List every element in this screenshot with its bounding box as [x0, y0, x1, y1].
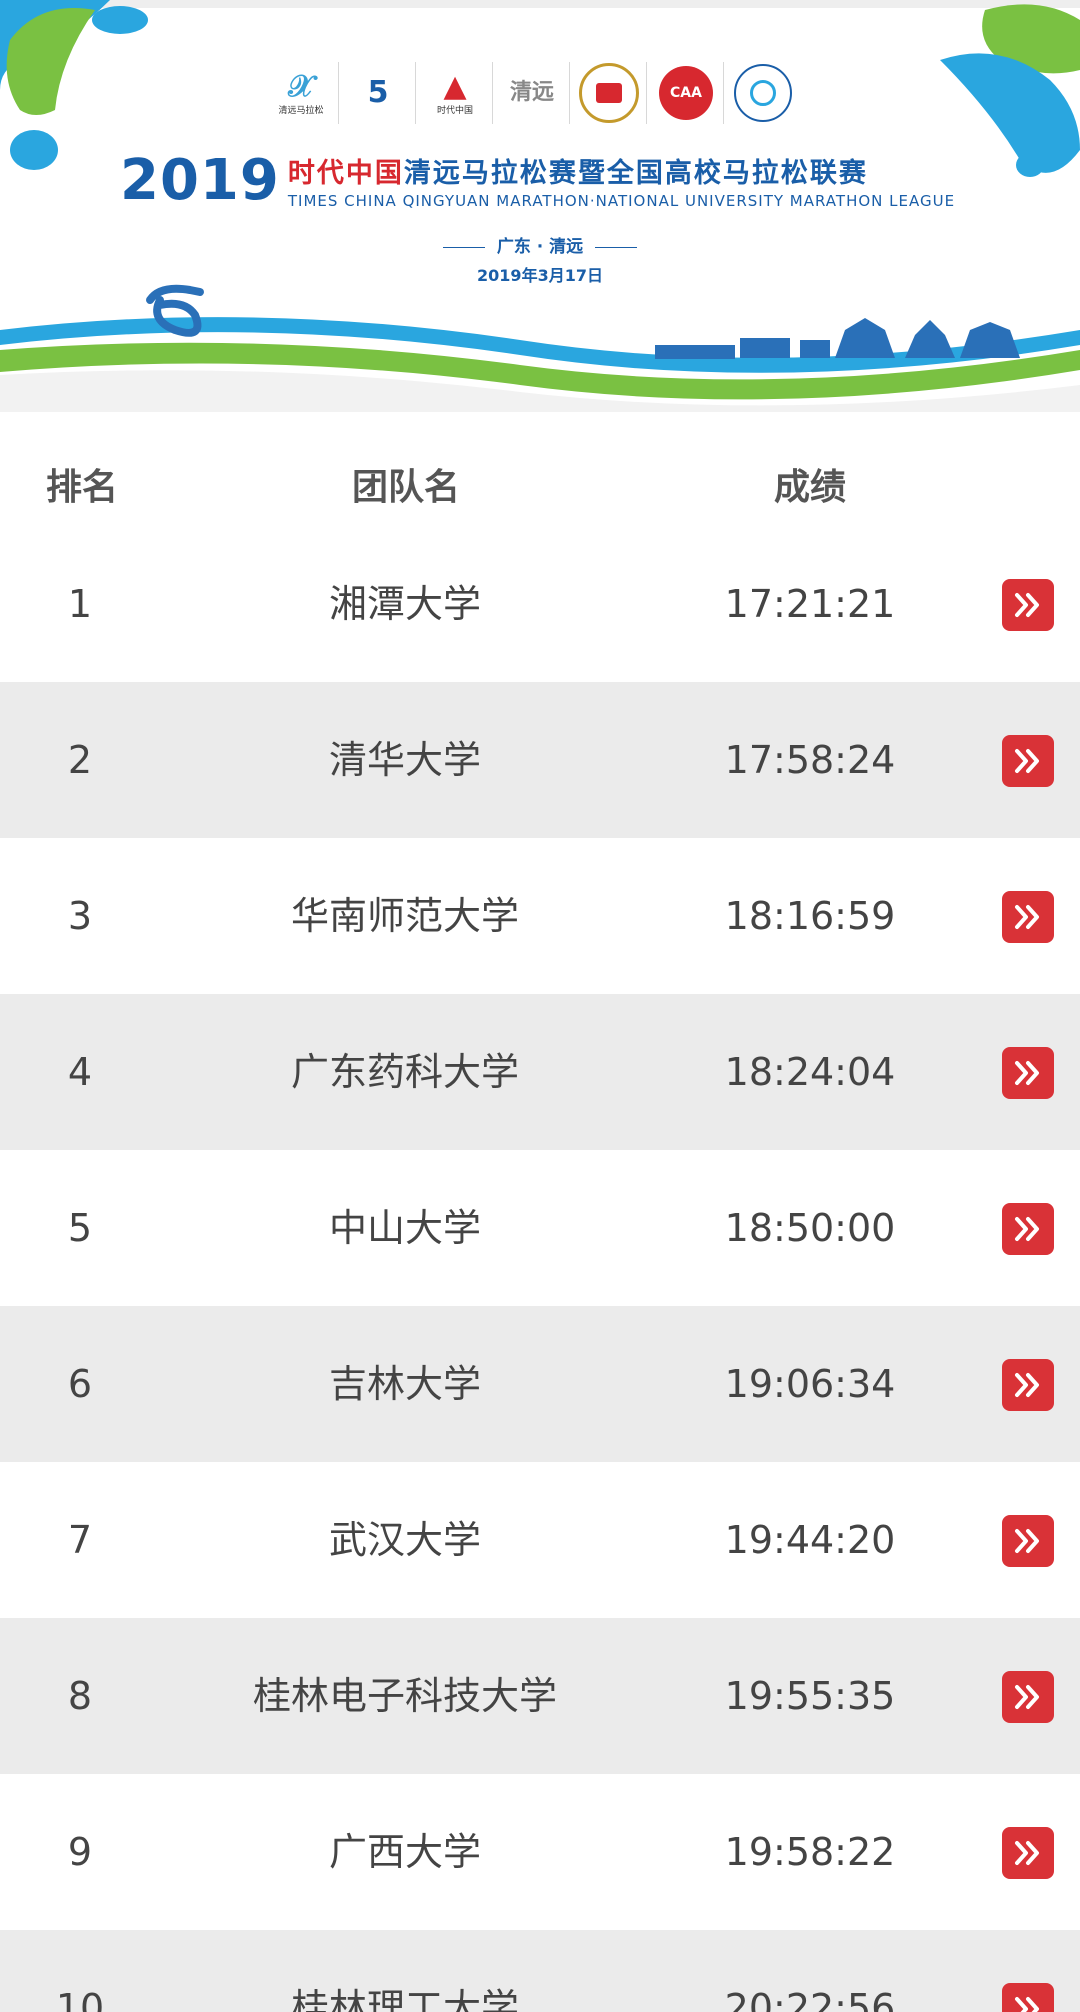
row-detail-button[interactable] — [1002, 1359, 1054, 1411]
row-detail-button[interactable] — [1002, 891, 1054, 943]
row-team: 武汉大学 — [328, 1518, 481, 1562]
fifth-edition-logo: 5 — [347, 62, 416, 124]
row-time: 19:06:34 — [724, 1362, 896, 1406]
row-rank: 3 — [67, 894, 93, 938]
double-chevron-right-icon — [1015, 1373, 1039, 1397]
row-rank: 1 — [67, 582, 93, 626]
table-row[interactable]: 3 华南师范大学 18:16:59 — [0, 838, 1080, 994]
event-names: 时代中国清远马拉松赛暨全国高校马拉松联赛 TIMES CHINA QINGYUA… — [288, 151, 955, 210]
row-rank: 2 — [67, 738, 93, 782]
row-team: 华南师范大学 — [290, 894, 519, 938]
row-rank: 6 — [67, 1362, 93, 1406]
double-chevron-right-icon — [1015, 1997, 1039, 2012]
row-time: 19:44:20 — [724, 1518, 896, 1562]
table-row[interactable]: 7 武汉大学 19:44:20 — [0, 1462, 1080, 1618]
row-detail-button[interactable] — [1002, 1047, 1054, 1099]
table-row[interactable]: 4 广东药科大学 18:24:04 — [0, 994, 1080, 1150]
sponsor-logos: 𝒳 清远马拉松 5 ▲ 时代中国 清远 CAA — [270, 58, 820, 128]
row-time: 19:58:22 — [724, 1830, 896, 1874]
double-chevron-right-icon — [1015, 1685, 1039, 1709]
row-time: 19:55:35 — [724, 1674, 896, 1718]
row-detail-button[interactable] — [1002, 1515, 1054, 1567]
qingyuan-city-logo: 清远 — [501, 62, 570, 124]
row-detail-button[interactable] — [1002, 1671, 1054, 1723]
row-time: 18:50:00 — [724, 1206, 896, 1250]
row-team: 中山大学 — [328, 1206, 481, 1250]
location-divider-right — [595, 246, 638, 248]
table-row[interactable]: 10 桂林理工大学 20:22:56 — [0, 1930, 1080, 2012]
row-team: 广西大学 — [328, 1830, 481, 1874]
row-team: 广东药科大学 — [290, 1050, 519, 1094]
event-banner: 𝒳 清远马拉松 5 ▲ 时代中国 清远 CAA 2019 时代中国清远马拉松赛暨… — [0, 0, 1080, 412]
row-detail-button[interactable] — [1002, 735, 1054, 787]
table-row[interactable]: 5 中山大学 18:50:00 — [0, 1150, 1080, 1306]
times-china-logo: ▲ 时代中国 — [424, 62, 493, 124]
table-row[interactable]: 9 广西大学 19:58:22 — [0, 1774, 1080, 1930]
row-detail-button[interactable] — [1002, 1203, 1054, 1255]
header-team: 团队名 — [352, 467, 461, 508]
row-team: 湘潭大学 — [328, 582, 481, 626]
results-table-body: 1 湘潭大学 17:21:21 2 清华大学 17:58:24 3 华南师范大学… — [0, 526, 1080, 2012]
double-chevron-right-icon — [1015, 1061, 1039, 1085]
logo-caption: 清远马拉松 — [278, 105, 324, 116]
results-page: 𝒳 清远马拉松 5 ▲ 时代中国 清远 CAA 2019 时代中国清远马拉松赛暨… — [0, 0, 1080, 2012]
logo-glyph: CAA — [659, 66, 713, 120]
event-title-en: TIMES CHINA QINGYUAN MARATHON·NATIONAL U… — [287, 192, 956, 210]
row-team: 桂林电子科技大学 — [252, 1674, 557, 1718]
location-divider-left — [442, 246, 485, 248]
header-rank: 排名 — [46, 467, 119, 508]
row-team: 桂林理工大学 — [290, 1986, 519, 2012]
double-chevron-right-icon — [1015, 593, 1039, 617]
row-rank: 8 — [67, 1674, 93, 1718]
event-location: 广东 · 清远 — [0, 232, 1080, 257]
results-table-header: 排名 团队名 成绩 — [0, 430, 1080, 526]
event-year: 2019 — [120, 148, 280, 213]
row-rank: 5 — [67, 1206, 93, 1250]
row-detail-button[interactable] — [1002, 1983, 1054, 2012]
event-date: 2019年3月17日 — [477, 266, 603, 285]
row-team: 清华大学 — [328, 738, 481, 782]
logo-caption: 时代中国 — [436, 105, 473, 116]
row-rank: 9 — [67, 1830, 93, 1874]
university-sports-logo — [732, 62, 800, 124]
row-rank: 10 — [55, 1986, 105, 2012]
row-time: 17:58:24 — [724, 738, 896, 782]
row-time: 18:24:04 — [724, 1050, 896, 1094]
row-time: 17:21:21 — [724, 582, 896, 626]
table-row[interactable]: 6 吉林大学 19:06:34 — [0, 1306, 1080, 1462]
row-detail-button[interactable] — [1002, 1827, 1054, 1879]
table-row[interactable]: 1 湘潭大学 17:21:21 — [0, 526, 1080, 682]
qingyuan-marathon-logo: 𝒳 清远马拉松 — [270, 62, 339, 124]
row-time: 18:16:59 — [724, 894, 896, 938]
double-chevron-right-icon — [1015, 749, 1039, 773]
double-chevron-right-icon — [1015, 905, 1039, 929]
table-row[interactable]: 2 清华大学 17:58:24 — [0, 682, 1080, 838]
row-time: 20:22:56 — [724, 1986, 896, 2012]
double-chevron-right-icon — [1015, 1529, 1039, 1553]
cn-athletics-logo — [578, 62, 647, 124]
table-row[interactable]: 8 桂林电子科技大学 19:55:35 — [0, 1618, 1080, 1774]
event-title: 2019 时代中国清远马拉松赛暨全国高校马拉松联赛 TIMES CHINA QI… — [120, 148, 955, 213]
event-title-cn: 时代中国清远马拉松赛暨全国高校马拉松联赛 — [288, 151, 955, 190]
double-chevron-right-icon — [1015, 1841, 1039, 1865]
row-team: 吉林大学 — [328, 1362, 481, 1406]
caa-logo: CAA — [655, 62, 724, 124]
row-detail-button[interactable] — [1002, 579, 1054, 631]
header-time: 成绩 — [774, 467, 847, 508]
row-rank: 7 — [67, 1518, 93, 1562]
event-title-sponsor: 时代中国 — [287, 158, 404, 189]
location-text: 广东 · 清远 — [496, 237, 584, 257]
event-title-main: 清远马拉松赛暨全国高校马拉松联赛 — [403, 158, 868, 189]
logo-glyph: 清远 — [509, 80, 554, 105]
double-chevron-right-icon — [1015, 1217, 1039, 1241]
logo-glyph: 5 — [367, 75, 389, 110]
row-rank: 4 — [67, 1050, 93, 1094]
